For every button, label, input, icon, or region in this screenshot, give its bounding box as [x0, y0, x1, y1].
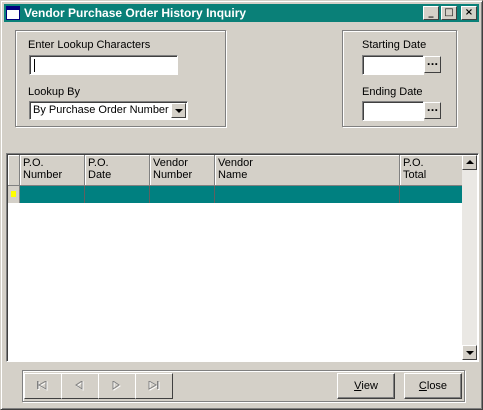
table-row[interactable]	[8, 186, 464, 203]
view-button-label: iew	[361, 380, 378, 392]
last-record-button[interactable]	[135, 373, 173, 399]
first-record-button[interactable]	[24, 373, 62, 399]
column-header-po-total[interactable]: P.O. Total	[400, 155, 464, 186]
text-caret	[34, 59, 35, 72]
close-window-button[interactable]: ×	[461, 6, 477, 20]
lookup-by-value: By Purchase Order Number	[33, 104, 169, 116]
main-window: Vendor Purchase Order History Inquiry _ …	[0, 0, 483, 410]
cell-vendor-name[interactable]	[215, 186, 400, 203]
current-row-indicator-icon	[8, 186, 20, 203]
cell-po-number[interactable]	[20, 186, 85, 203]
lookup-group: Enter Lookup Characters Lookup By By Pur…	[15, 30, 226, 127]
minimize-button[interactable]: _	[423, 6, 439, 20]
first-record-icon	[37, 381, 48, 391]
column-header-vendor-name[interactable]: Vendor Name	[215, 155, 400, 186]
ending-date-label: Ending Date	[362, 86, 423, 98]
ending-date-picker-button[interactable]: ...	[424, 102, 441, 119]
maximize-button[interactable]: □	[441, 6, 457, 20]
cell-po-date[interactable]	[85, 186, 150, 203]
scroll-up-icon[interactable]	[462, 155, 477, 170]
starting-date-label: Starting Date	[362, 39, 427, 51]
next-record-icon	[112, 381, 121, 391]
close-button-mnemonic: C	[418, 380, 427, 392]
results-grid[interactable]: P.O. Number P.O. Date Vendor Number Vend…	[6, 153, 479, 362]
window-icon	[6, 6, 20, 20]
lookup-characters-input[interactable]	[29, 55, 178, 75]
column-header-po-number[interactable]: P.O. Number	[20, 155, 85, 186]
cell-po-total[interactable]	[400, 186, 464, 203]
previous-record-icon	[75, 381, 84, 391]
date-range-group: Starting Date ... Ending Date ...	[342, 30, 457, 127]
lookup-by-label: Lookup By	[28, 86, 80, 98]
lookup-characters-label: Enter Lookup Characters	[28, 39, 151, 51]
view-button-mnemonic: V	[354, 380, 362, 392]
column-header-po-date[interactable]: P.O. Date	[85, 155, 150, 186]
lookup-by-select[interactable]: By Purchase Order Number	[29, 101, 188, 120]
chevron-down-icon[interactable]	[171, 103, 186, 118]
next-record-button[interactable]	[98, 373, 136, 399]
starting-date-field[interactable]	[362, 55, 424, 75]
starting-date-picker-button[interactable]: ...	[424, 56, 441, 73]
scroll-down-icon[interactable]	[462, 345, 477, 360]
cell-vendor-number[interactable]	[150, 186, 215, 203]
navigation-bar: View Close	[22, 370, 465, 402]
close-button[interactable]: Close	[404, 373, 462, 399]
vertical-scrollbar[interactable]	[462, 155, 477, 360]
row-selector-header	[8, 155, 20, 186]
title-bar[interactable]: Vendor Purchase Order History Inquiry _ …	[4, 4, 479, 22]
window-title: Vendor Purchase Order History Inquiry	[24, 6, 247, 20]
close-button-label: lose	[426, 380, 448, 392]
grid-header: P.O. Number P.O. Date Vendor Number Vend…	[8, 155, 464, 186]
last-record-icon	[148, 381, 160, 391]
previous-record-button[interactable]	[61, 373, 99, 399]
ending-date-field[interactable]	[362, 101, 424, 121]
column-header-vendor-number[interactable]: Vendor Number	[150, 155, 215, 186]
view-button[interactable]: View	[337, 373, 395, 399]
